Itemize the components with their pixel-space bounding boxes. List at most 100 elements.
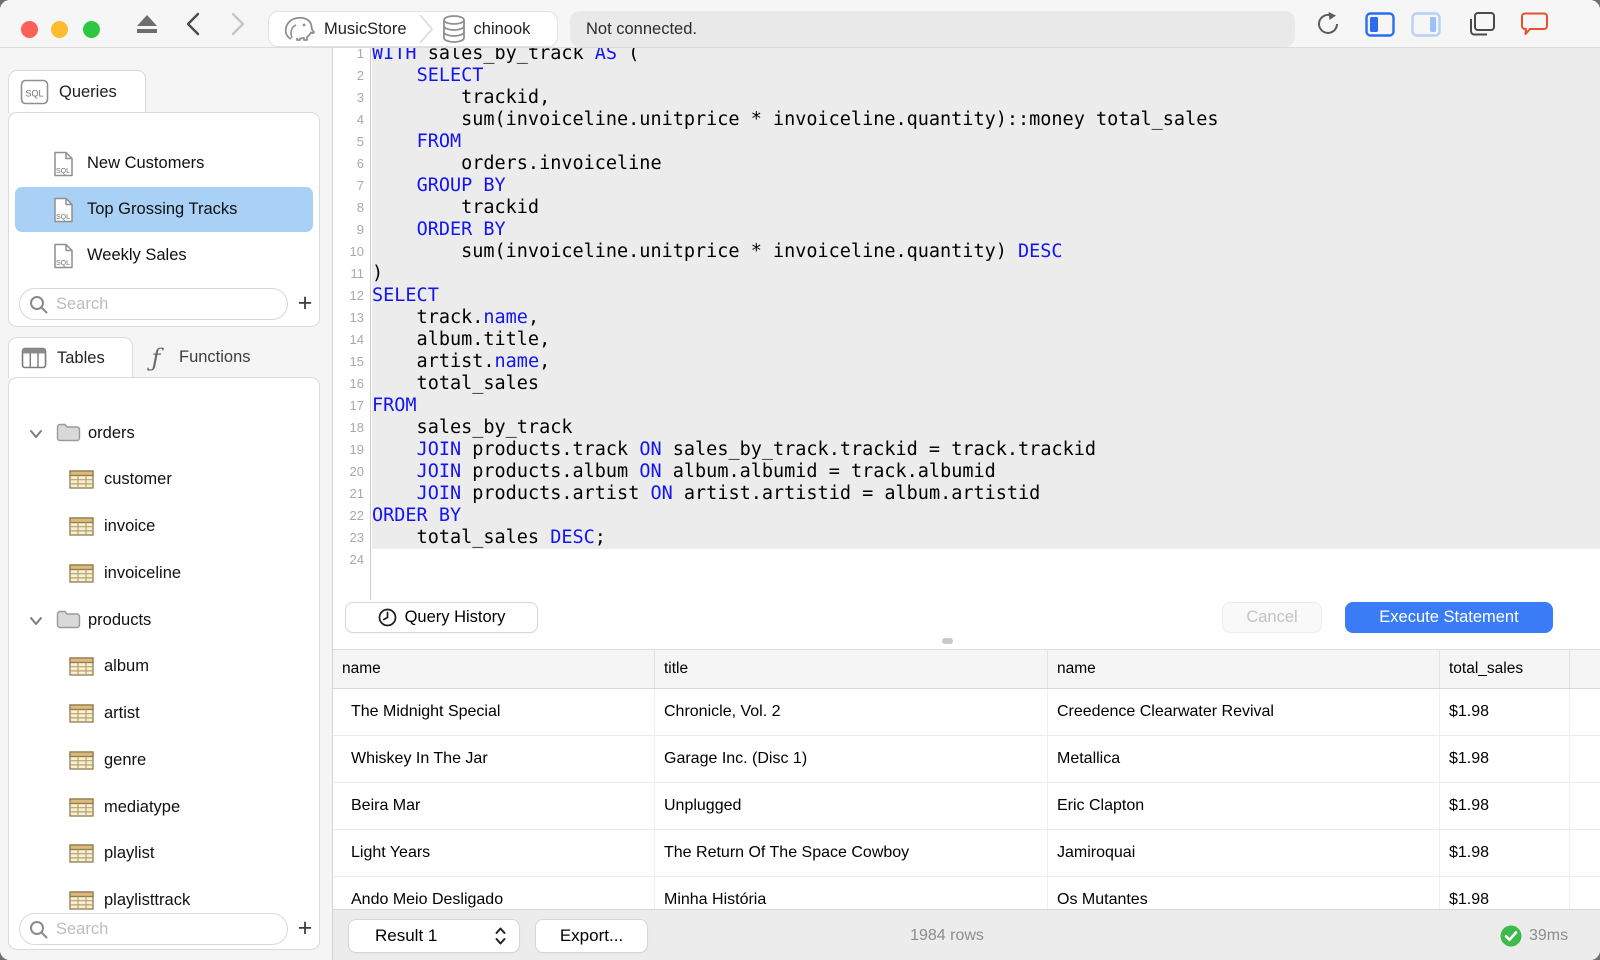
query-item-label: Top Grossing Tracks [87,200,238,218]
table-cell[interactable]: The Midnight Special [333,689,655,735]
line-number: 21 [349,486,364,501]
toggle-right-sidebar-icon[interactable] [1410,8,1442,40]
breadcrumb-server-label: MusicStore [324,19,407,38]
table-cell[interactable]: Metallica [1048,736,1440,782]
sql-file-icon: SQL [54,243,73,269]
query-history-button[interactable]: Query History [345,602,538,633]
tab-queries[interactable]: SQL Queries [8,70,146,113]
table-cell[interactable]: $1.98 [1440,783,1570,829]
tab-functions[interactable]: ƒ Functions [136,337,296,378]
splitter-handle[interactable] [942,638,953,644]
table-cell[interactable]: $1.98 [1440,689,1570,735]
export-button[interactable]: Export... [535,919,648,953]
tree-item-artist[interactable]: artist [9,698,319,729]
breadcrumb-server[interactable]: MusicStore [283,15,407,43]
tree-item-products[interactable]: products [9,605,319,636]
tree-item-customer[interactable]: customer [9,464,319,495]
table-cell[interactable]: Chronicle, Vol. 2 [655,689,1048,735]
table-cell[interactable]: Garage Inc. (Disc 1) [655,736,1048,782]
tables-search-placeholder: Search [56,919,109,938]
eject-icon[interactable] [134,8,160,40]
table-row[interactable]: Whiskey In The Jar Garage Inc. (Disc 1) Me… [333,736,1600,783]
tree-item-playlist[interactable]: playlist [9,838,319,869]
column-header-title[interactable]: title [655,650,1048,688]
code-line: ORDER BY [372,505,1600,527]
tree-item-mediatype[interactable]: mediatype [9,792,319,823]
code-line: ORDER BY [372,219,1600,241]
windows-icon[interactable] [1466,8,1498,40]
tree-item-label: playlisttrack [104,891,191,909]
window-minimize-button[interactable] [51,21,68,38]
tab-tables[interactable]: Tables [8,337,133,378]
code-line: SELECT [372,285,1600,307]
column-header-name[interactable]: name [1048,650,1440,688]
query-item-top-grossing-tracks[interactable]: SQL Top Grossing Tracks [15,187,313,232]
table-cell[interactable]: Light Years [333,830,655,876]
line-number: 9 [356,222,364,237]
add-table-button[interactable]: + [293,916,317,941]
tree-item-genre[interactable]: genre [9,745,319,776]
chat-icon[interactable] [1518,8,1550,40]
editor-code[interactable]: WITH sales_by_track AS ( SELECT trackid,… [372,48,1600,571]
window-close-button[interactable] [21,21,38,38]
tree-item-playlisttrack[interactable]: playlisttrack [9,885,319,916]
line-number: 22 [349,508,364,523]
line-number: 12 [349,288,364,303]
toggle-left-sidebar-icon[interactable] [1364,8,1396,40]
queries-search-input[interactable]: Search [19,288,288,320]
result-selector-dropdown[interactable]: Result 1 [348,919,520,953]
postgres-elephant-icon [284,16,315,41]
tree-item-album[interactable]: album [9,651,319,682]
table-row[interactable]: Beira Mar Unplugged Eric Clapton $1.98 [333,783,1600,830]
line-number: 17 [349,398,364,413]
table-cell[interactable]: Jamiroquai [1048,830,1440,876]
query-item-weekly-sales[interactable]: SQL Weekly Sales [15,233,313,278]
line-number: 14 [349,332,364,347]
table-cell[interactable]: Beira Mar [333,783,655,829]
table-icon [69,517,94,536]
tree-item-invoice[interactable]: invoice [9,511,319,542]
table-cell[interactable]: $1.98 [1440,736,1570,782]
table-cell[interactable]: Whiskey In The Jar [333,736,655,782]
code-line: SELECT [372,65,1600,87]
tree-item-invoiceline[interactable]: invoiceline [9,558,319,589]
tables-search-input[interactable]: Search [19,913,288,945]
table-cell-spacer [1570,736,1600,782]
forward-button[interactable] [226,8,250,40]
table-cell[interactable]: Eric Clapton [1048,783,1440,829]
cancel-label: Cancel [1246,608,1298,626]
refresh-icon[interactable] [1314,8,1342,40]
column-header-name[interactable]: name [333,650,655,688]
table-row[interactable]: The Midnight Special Chronicle, Vol. 2 Cre… [333,689,1600,736]
queries-panel: SQL New Customers SQL Top Grossing Tracks SQ… [8,112,320,327]
table-cell-spacer [1570,830,1600,876]
table-cell[interactable]: $1.98 [1440,830,1570,876]
cancel-button[interactable]: Cancel [1222,602,1322,633]
table-icon [69,751,94,770]
query-item-new-customers[interactable]: SQL New Customers [15,141,313,186]
svg-text:SQL: SQL [56,260,70,267]
execute-statement-button[interactable]: Execute Statement [1345,602,1553,633]
table-row[interactable]: Light Years The Return Of The Space Cowbo… [333,830,1600,877]
line-number: 18 [349,420,364,435]
svg-text:SQL: SQL [56,168,70,175]
column-header-total_sales[interactable]: total_sales [1440,650,1570,688]
sql-editor[interactable]: 1 2 3 4 5 6 7 8 9 10 11 12 13 14 15 16 17 18 19 20 21 22 23 24 … [333,48,1600,600]
table-cell[interactable]: Creedence Clearwater Revival [1048,689,1440,735]
tree-item-orders[interactable]: orders [9,418,319,449]
add-query-button[interactable]: + [293,291,317,316]
code-line: FROM [372,395,1600,417]
tab-queries-label: Queries [59,82,117,101]
execute-label: Execute Statement [1379,608,1519,626]
breadcrumb-database[interactable]: chinook [441,14,530,44]
code-line: total_sales DESC; [372,527,1600,549]
tree-item-label: mediatype [104,797,181,816]
window-zoom-button[interactable] [83,21,100,38]
tree-item-label: playlist [104,844,155,863]
line-number: 4 [356,112,364,127]
back-button[interactable] [181,8,205,40]
table-cell[interactable]: Unplugged [655,783,1048,829]
table-cell[interactable]: The Return Of The Space Cowboy [655,830,1048,876]
code-line: artist.name, [372,351,1600,373]
